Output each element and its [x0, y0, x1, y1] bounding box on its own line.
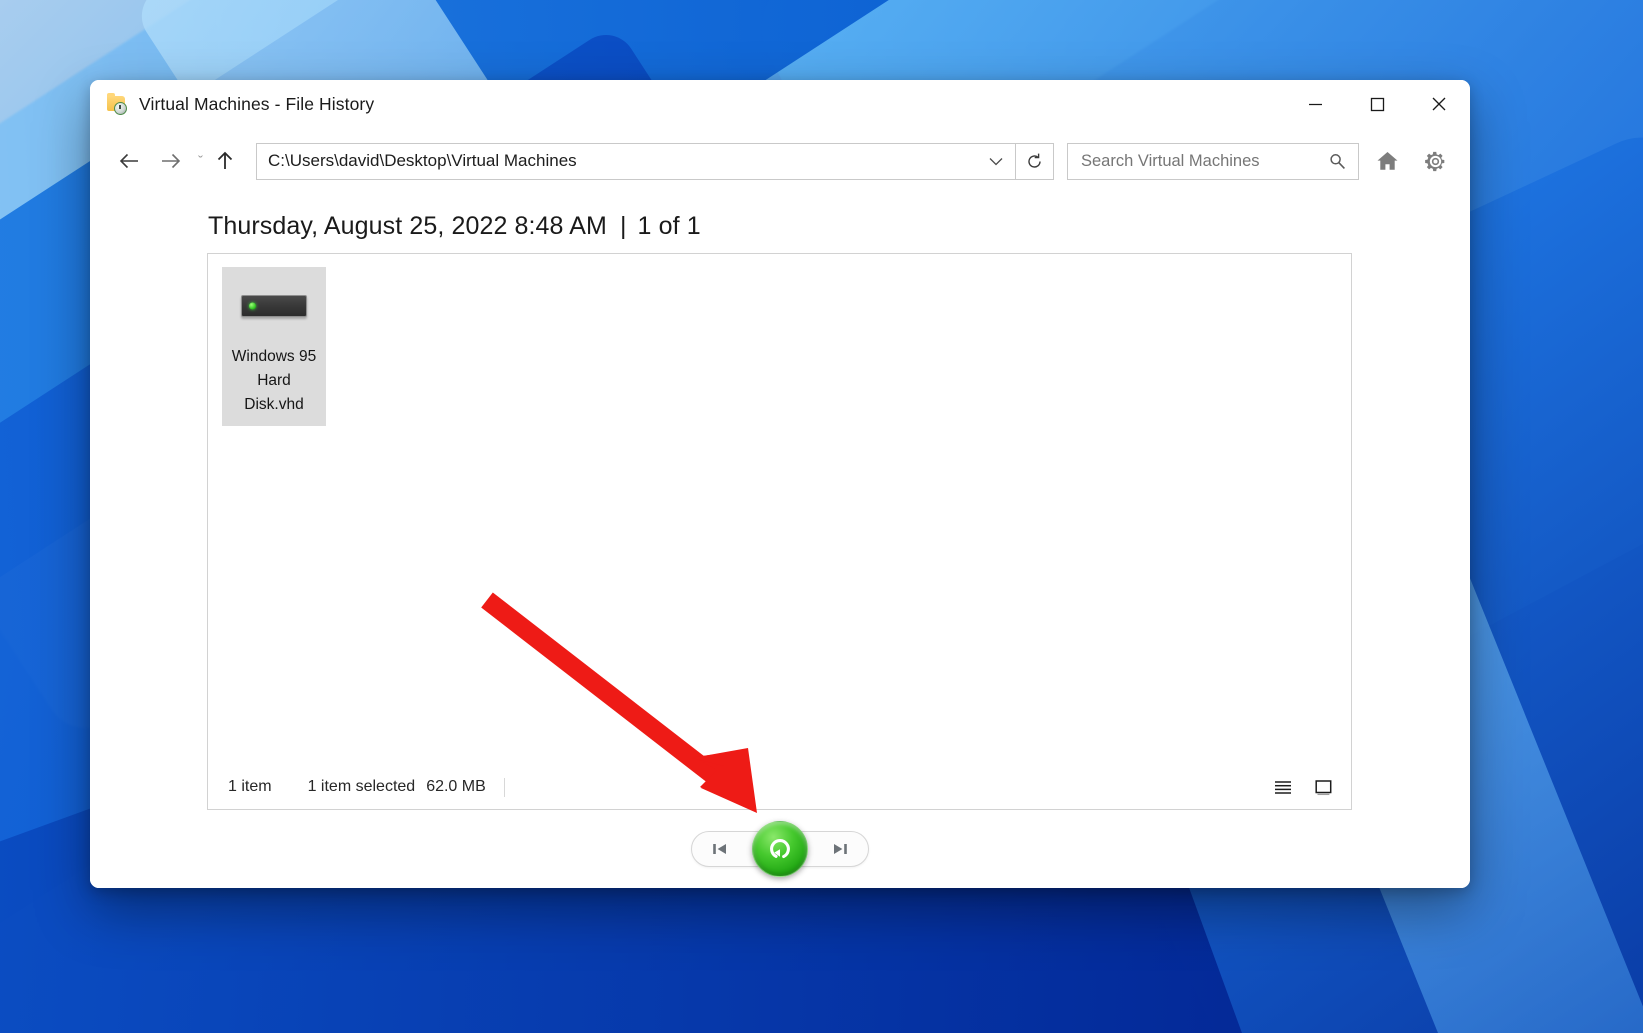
navigation-toolbar: ˇ C:\Users\david\Desktop\Virtual Machine… — [90, 128, 1470, 194]
search-placeholder-text: Search Virtual Machines — [1081, 152, 1329, 171]
chevron-down-icon — [989, 157, 1003, 166]
address-dropdown-button[interactable] — [983, 157, 1009, 166]
version-nav-cluster — [691, 826, 869, 872]
item-count-text: 1 item — [228, 778, 272, 796]
version-position-text: 1 of 1 — [638, 212, 701, 240]
minimize-icon — [1308, 97, 1323, 112]
search-icon — [1329, 153, 1346, 170]
back-arrow-icon — [118, 151, 140, 171]
folder-clock-icon — [107, 93, 129, 115]
home-button[interactable] — [1367, 141, 1407, 181]
close-icon — [1431, 96, 1447, 112]
refresh-button[interactable] — [1016, 143, 1054, 180]
status-bar: 1 item 1 item selected 62.0 MB — [208, 765, 1351, 809]
restore-icon — [763, 832, 797, 866]
desktop-background: Virtual Machines - File History — [0, 0, 1643, 1033]
previous-version-icon — [710, 841, 730, 857]
settings-button[interactable] — [1415, 141, 1455, 181]
back-button[interactable] — [108, 140, 150, 182]
home-icon — [1376, 150, 1399, 172]
version-date-text: Thursday, August 25, 2022 8:48 AM — [208, 212, 607, 240]
previous-version-button[interactable] — [691, 831, 761, 867]
recent-locations-chevron-icon[interactable]: ˇ — [198, 153, 203, 170]
forward-arrow-icon — [160, 151, 182, 171]
file-name-label: Windows 95 Hard Disk.vhd — [228, 345, 320, 417]
close-button[interactable] — [1408, 80, 1470, 128]
title-bar: Virtual Machines - File History — [90, 80, 1470, 128]
selection-size-text: 62.0 MB — [426, 778, 486, 796]
address-bar[interactable]: C:\Users\david\Desktop\Virtual Machines — [256, 143, 1054, 180]
restore-button[interactable] — [752, 821, 808, 877]
file-history-window: Virtual Machines - File History — [90, 80, 1470, 888]
search-input[interactable]: Search Virtual Machines — [1067, 143, 1359, 180]
minimize-button[interactable] — [1284, 80, 1346, 128]
status-divider — [504, 778, 505, 797]
details-view-icon — [1273, 779, 1293, 795]
gear-icon — [1424, 150, 1447, 173]
window-title: Virtual Machines - File History — [139, 94, 374, 115]
files-area[interactable]: Windows 95 Hard Disk.vhd — [208, 254, 1351, 765]
maximize-button[interactable] — [1346, 80, 1408, 128]
forward-button[interactable] — [150, 140, 192, 182]
version-navigation-bar — [90, 810, 1470, 888]
next-version-icon — [830, 841, 850, 857]
hard-disk-vhd-icon — [226, 275, 322, 337]
refresh-icon — [1025, 152, 1044, 171]
view-mode-buttons — [1267, 772, 1339, 802]
large-icons-view-button[interactable] — [1307, 772, 1339, 802]
window-controls — [1284, 80, 1470, 128]
file-list-pane: Windows 95 Hard Disk.vhd 1 item 1 item s… — [207, 253, 1352, 810]
maximize-icon — [1370, 97, 1385, 112]
up-arrow-icon — [215, 150, 235, 172]
next-version-button[interactable] — [799, 831, 869, 867]
details-view-button[interactable] — [1267, 772, 1299, 802]
version-date-header: Thursday, August 25, 2022 8:48 AM | 1 of 1 — [90, 194, 1470, 253]
address-input[interactable]: C:\Users\david\Desktop\Virtual Machines — [256, 143, 1016, 180]
up-button[interactable] — [204, 140, 246, 182]
large-icons-view-icon — [1314, 779, 1333, 796]
selection-text: 1 item selected — [308, 778, 416, 796]
header-separator: | — [620, 212, 627, 240]
list-item[interactable]: Windows 95 Hard Disk.vhd — [222, 267, 326, 426]
address-path-text: C:\Users\david\Desktop\Virtual Machines — [268, 151, 983, 171]
